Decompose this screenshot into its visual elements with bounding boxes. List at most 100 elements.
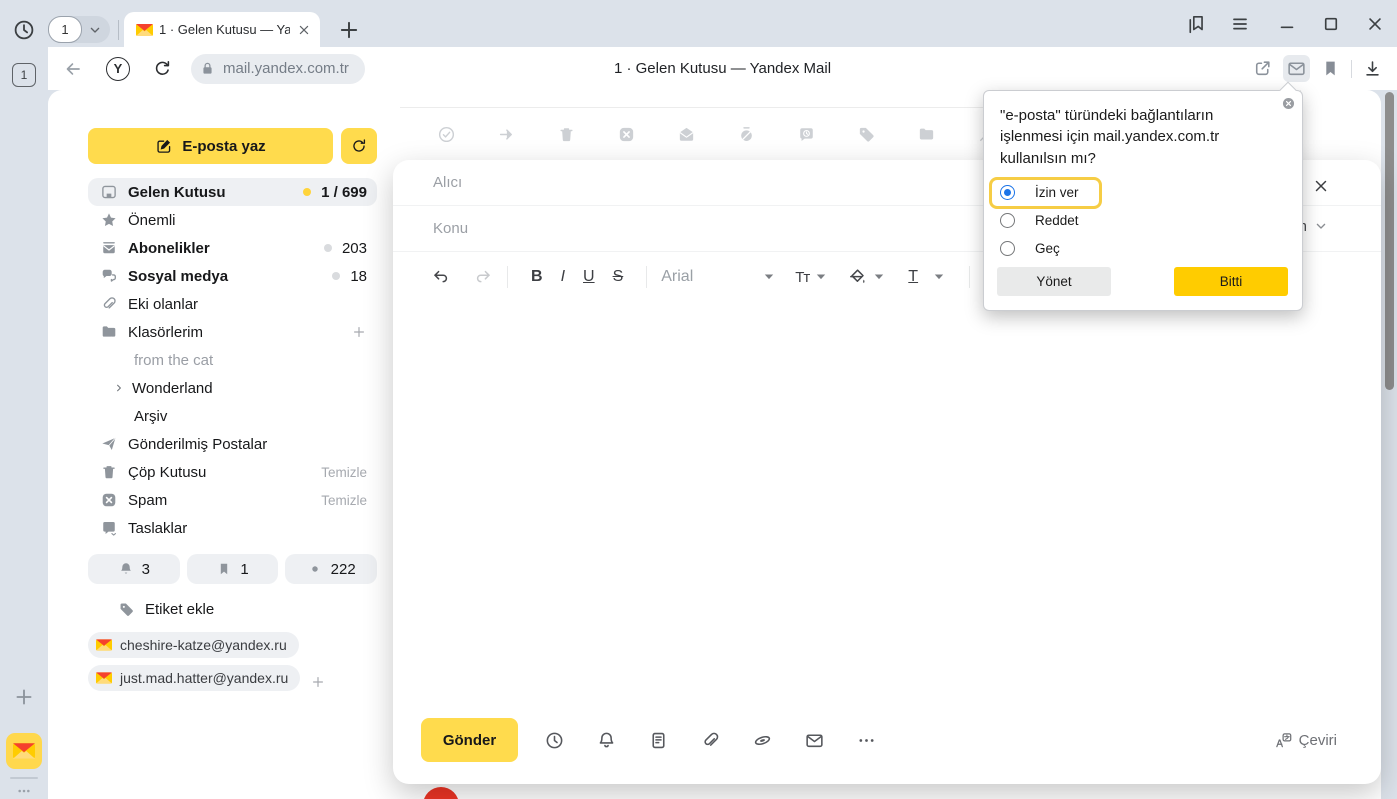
rail-tab-counter[interactable]: 1 xyxy=(12,63,36,87)
compose-button[interactable]: E-posta yaz xyxy=(88,128,333,164)
back-icon[interactable] xyxy=(62,58,84,80)
attach-file-icon[interactable] xyxy=(700,730,721,751)
clear-folder-link[interactable]: Temizle xyxy=(321,465,367,480)
label-icon[interactable] xyxy=(857,125,876,144)
tab-close-icon[interactable] xyxy=(296,22,312,38)
message-body[interactable] xyxy=(393,302,1381,704)
radio-on-icon[interactable] xyxy=(1000,185,1015,200)
caret-down-icon[interactable] xyxy=(869,267,889,287)
radio-off-icon[interactable] xyxy=(1000,241,1015,256)
filter-badge[interactable]: 222 xyxy=(285,554,377,584)
undo-icon[interactable] xyxy=(431,267,451,287)
sidebar-folder--p-kutusu[interactable]: Çöp KutusuTemizle xyxy=(88,458,377,486)
text-color-button[interactable]: T xyxy=(899,268,927,286)
download-icon[interactable] xyxy=(1362,58,1383,79)
sidebar-folder-abonelikler[interactable]: Abonelikler203 xyxy=(88,234,377,262)
close-compose-icon[interactable] xyxy=(1311,176,1331,196)
sidebar-folder-g-nderilmi-postalar[interactable]: Gönderilmiş Postalar xyxy=(88,430,377,458)
mail-handler-icon[interactable] xyxy=(1283,55,1310,82)
sidebar-folder-wonderland[interactable]: Wonderland xyxy=(88,374,377,402)
menu-icon[interactable] xyxy=(1229,13,1251,35)
notify-icon[interactable] xyxy=(596,730,617,751)
address-bar[interactable]: mail.yandex.com.tr xyxy=(191,54,365,84)
attach-mail-icon[interactable] xyxy=(804,730,825,751)
bold-button[interactable]: B xyxy=(522,268,552,286)
rail-add-icon[interactable] xyxy=(12,685,36,709)
done-button[interactable]: Bitti xyxy=(1174,267,1288,296)
caret-down-icon[interactable] xyxy=(811,267,831,287)
tab-group-count[interactable]: 1 xyxy=(48,16,82,43)
dialog-option-ge-[interactable]: Geç xyxy=(984,235,1302,263)
reload-icon[interactable] xyxy=(152,58,173,79)
sidebar-folder-ar-iv[interactable]: Arşiv xyxy=(88,402,377,430)
mark-spam-icon[interactable] xyxy=(617,125,636,144)
yandex-button[interactable]: Y xyxy=(106,57,130,81)
maximize-icon[interactable] xyxy=(1320,13,1342,35)
sidebar-folder-gelen-kutusu[interactable]: Gelen Kutusu1 / 699 xyxy=(88,178,377,206)
snooze-icon[interactable] xyxy=(737,125,756,144)
sidebar-folder-klas-rlerim[interactable]: Klasörlerim xyxy=(88,318,377,346)
minimize-icon[interactable] xyxy=(1276,13,1298,35)
caret-down-icon[interactable] xyxy=(929,267,949,287)
dialog-option-reddet[interactable]: Reddet xyxy=(984,207,1302,235)
window-close-icon[interactable] xyxy=(1364,13,1386,35)
underline-button[interactable]: U xyxy=(574,268,604,286)
font-size-button[interactable]: Tт xyxy=(795,269,809,286)
more-icon[interactable] xyxy=(856,730,877,751)
dialog-option-i-zin-ver[interactable]: İzin ver xyxy=(984,179,1302,207)
template-icon[interactable] xyxy=(648,730,669,751)
folder-label: Abonelikler xyxy=(128,240,210,257)
new-tab-button[interactable] xyxy=(336,17,362,43)
browser-tab[interactable]: 1 · Gelen Kutusu — Yand xyxy=(124,12,320,47)
radio-off-icon[interactable] xyxy=(1000,213,1015,228)
page-scrollbar[interactable] xyxy=(1385,92,1394,390)
account-pill[interactable]: just.mad.hatter@yandex.ru xyxy=(88,665,300,691)
forward-icon[interactable] xyxy=(497,125,516,144)
yandex-mail-favicon xyxy=(96,670,112,686)
yandex-mail-app-icon[interactable] xyxy=(6,733,42,769)
attach-disk-icon[interactable] xyxy=(752,730,773,751)
badge-row: 31222 xyxy=(88,554,377,584)
chevron-down-icon[interactable] xyxy=(86,21,104,39)
reminder-icon[interactable] xyxy=(797,125,816,144)
sidebar-folder--nemli[interactable]: Önemli xyxy=(88,206,377,234)
manage-button[interactable]: Yönet xyxy=(997,267,1111,296)
sidebar-folder-taslaklar[interactable]: Taslaklar xyxy=(88,514,377,542)
add-account-icon[interactable] xyxy=(310,674,326,690)
redo-icon[interactable] xyxy=(473,267,493,287)
schedule-send-icon[interactable] xyxy=(544,730,565,751)
send-button[interactable]: Gönder xyxy=(421,718,518,762)
sidebar-folder-from-the-cat[interactable]: from the cat xyxy=(88,346,377,374)
sidebar-folder-spam[interactable]: SpamTemizle xyxy=(88,486,377,514)
add-folder-icon[interactable] xyxy=(351,324,367,340)
move-folder-icon[interactable] xyxy=(917,125,936,144)
italic-button[interactable]: I xyxy=(552,268,574,286)
tab-group-pill[interactable]: 1 xyxy=(48,16,110,43)
sidebar-folder-sosyal-medya[interactable]: Sosyal medya18 xyxy=(88,262,377,290)
refresh-button[interactable] xyxy=(341,128,377,164)
font-select[interactable]: Arial xyxy=(661,268,757,286)
select-check-icon[interactable] xyxy=(437,125,456,144)
filter-badge[interactable]: 1 xyxy=(187,554,279,584)
drafts-icon xyxy=(100,519,118,537)
highlight-color-icon[interactable] xyxy=(847,267,867,287)
clear-folder-link[interactable]: Temizle xyxy=(321,493,367,508)
filter-badge[interactable]: 3 xyxy=(88,554,180,584)
bookmark-icon[interactable] xyxy=(1320,58,1341,79)
translate-button[interactable]: Çeviri xyxy=(1274,731,1337,750)
share-icon[interactable] xyxy=(1252,58,1273,79)
history-icon[interactable] xyxy=(12,18,36,42)
mark-read-icon[interactable] xyxy=(677,125,696,144)
sidebar-folder-eki-olanlar[interactable]: Eki olanlar xyxy=(88,290,377,318)
collapse-compose-icon[interactable] xyxy=(1312,217,1330,235)
strikethrough-button[interactable]: S xyxy=(604,268,633,286)
url-text[interactable]: mail.yandex.com.tr xyxy=(223,60,349,77)
bookmarks-panel-icon[interactable] xyxy=(1185,13,1207,35)
chevron-right-icon[interactable] xyxy=(112,381,126,395)
dialog-close-icon[interactable] xyxy=(1281,96,1296,111)
caret-down-icon[interactable] xyxy=(759,267,779,287)
account-pill[interactable]: cheshire-katze@yandex.ru xyxy=(88,632,299,658)
rail-more-icon[interactable] xyxy=(12,783,36,799)
delete-icon[interactable] xyxy=(557,125,576,144)
add-label-button[interactable]: Etiket ekle xyxy=(88,594,377,624)
